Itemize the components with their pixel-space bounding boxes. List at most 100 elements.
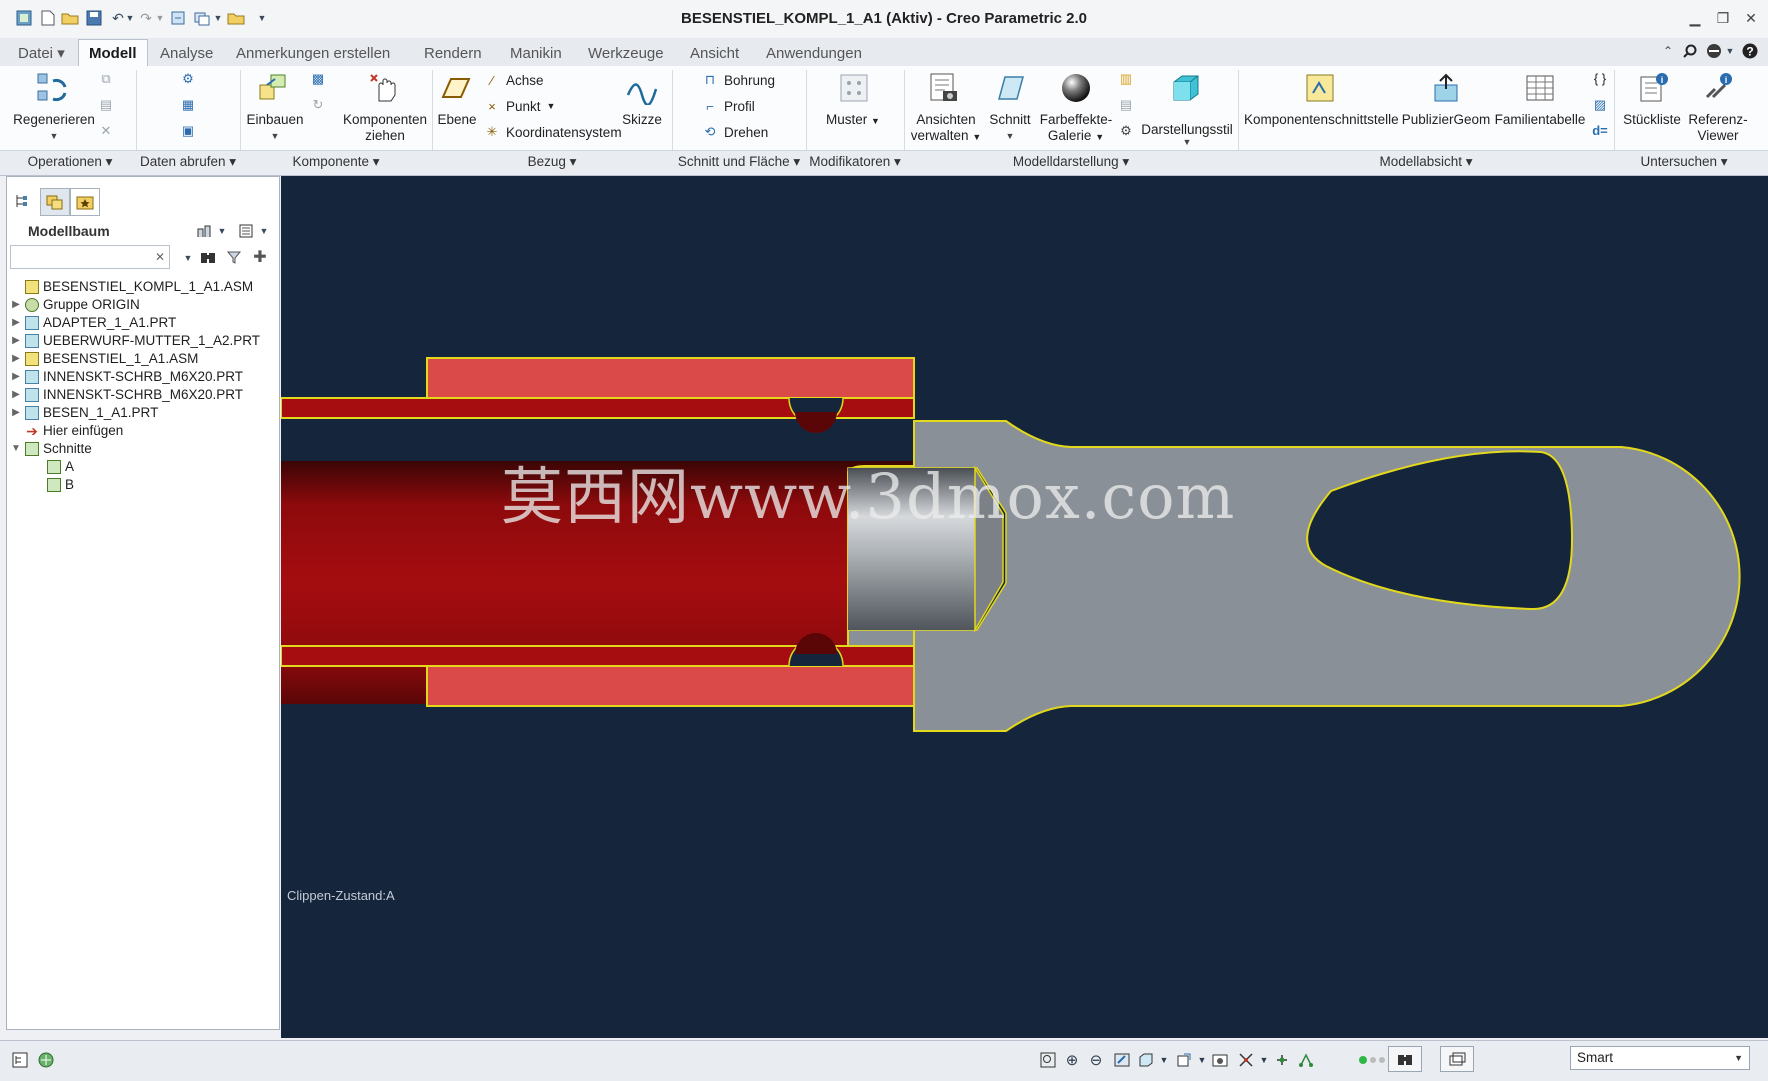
- union-nut-top[interactable]: [426, 357, 915, 399]
- filter-icon[interactable]: [224, 248, 244, 266]
- family-table-icon[interactable]: [1522, 70, 1558, 106]
- tree-settings-dropdown-icon[interactable]: ▼: [212, 222, 232, 240]
- expand-icon[interactable]: ▶: [10, 368, 22, 386]
- drag-components-icon[interactable]: [366, 70, 402, 106]
- tree-item[interactable]: ▶ BESENSTIEL_1_A1.ASM: [10, 350, 198, 368]
- tree-item-sections[interactable]: ▼ Schnitte: [10, 440, 92, 458]
- show-options-dropdown-icon[interactable]: ▼: [254, 222, 274, 240]
- explode-view-icon[interactable]: ▥: [1118, 70, 1134, 87]
- tree-search-input[interactable]: [10, 245, 170, 269]
- graphics-window[interactable]: 莫西网www.3dmox.com Clippen-Zustand:A: [281, 176, 1768, 1038]
- zoom-out-icon[interactable]: ⊖: [1086, 1050, 1106, 1070]
- assemble-dropdown-icon[interactable]: ▼: [242, 128, 308, 144]
- copy-icon[interactable]: ⧉: [98, 70, 114, 87]
- tree-settings-icon[interactable]: [194, 222, 214, 240]
- section-icon[interactable]: [992, 70, 1028, 106]
- datum-display-icon[interactable]: [1236, 1050, 1256, 1070]
- display-style-status-dropdown-icon[interactable]: ▼: [1154, 1050, 1174, 1070]
- expand-icon[interactable]: ▶: [10, 350, 22, 368]
- group-schnitt-und-flaeche[interactable]: Schnitt und Fläche ▾: [672, 152, 806, 172]
- tab-datei[interactable]: Datei ▾: [8, 42, 75, 66]
- display-style-dropdown-icon[interactable]: ▼: [1140, 134, 1234, 150]
- pattern-dropdown-icon[interactable]: ▼: [871, 116, 880, 126]
- delete-icon[interactable]: ✕: [98, 122, 114, 139]
- collapse-ribbon-icon[interactable]: ⌃: [1658, 42, 1678, 60]
- point-button[interactable]: × Punkt ▼: [484, 95, 555, 117]
- tree-item[interactable]: ▶ BESEN_1_A1.PRT: [10, 404, 158, 422]
- display-style-icon[interactable]: [1168, 70, 1204, 106]
- switch-dimensions-button[interactable]: d=: [1592, 122, 1608, 139]
- group-modifikatoren[interactable]: Modifikatoren ▾: [806, 152, 904, 172]
- add-column-icon[interactable]: ✚: [250, 248, 270, 266]
- copy-geometry-icon[interactable]: ▦: [180, 96, 196, 113]
- model-section-view[interactable]: [281, 176, 1768, 1038]
- close-button[interactable]: ✕: [1738, 8, 1764, 28]
- relations-icon[interactable]: { }: [1592, 70, 1608, 87]
- help-icon[interactable]: ?: [1740, 42, 1760, 60]
- regenerate-dropdown-icon[interactable]: ▼: [12, 128, 96, 144]
- search-history-dropdown-icon[interactable]: ▼: [178, 249, 198, 267]
- tab-analyse[interactable]: Analyse: [150, 42, 223, 66]
- group-operationen[interactable]: Operationen ▾: [4, 152, 136, 172]
- expand-icon[interactable]: ▶: [10, 296, 22, 314]
- saved-orientations-icon[interactable]: [1174, 1050, 1194, 1070]
- display-settings-icon[interactable]: ⚙: [1118, 122, 1134, 139]
- tree-item[interactable]: ▶ Gruppe ORIGIN: [10, 296, 140, 314]
- shrinkwrap-icon[interactable]: ▣: [180, 122, 196, 139]
- paste-icon[interactable]: ▤: [98, 96, 114, 113]
- tree-item-section-a[interactable]: A: [44, 458, 74, 476]
- user-defined-feature-icon[interactable]: ⚙: [180, 70, 196, 87]
- point-dropdown-icon[interactable]: ▼: [547, 101, 556, 111]
- hole-button[interactable]: ⊓ Bohrung: [702, 69, 775, 91]
- show-options-icon[interactable]: [236, 222, 256, 240]
- repaint-icon[interactable]: [1112, 1050, 1132, 1070]
- axis-button[interactable]: ⁄ Achse: [484, 69, 544, 91]
- component-interface-icon[interactable]: [1302, 70, 1338, 106]
- tab-anmerkungen-erstellen[interactable]: Anmerkungen erstellen: [226, 42, 400, 66]
- union-nut-bottom[interactable]: [426, 665, 915, 707]
- favorites-tab-icon[interactable]: [70, 188, 100, 216]
- expand-icon[interactable]: ▶: [10, 314, 22, 332]
- appearance-gallery-dropdown-icon[interactable]: ▼: [1095, 132, 1104, 142]
- datum-display-dropdown-icon[interactable]: ▼: [1254, 1050, 1274, 1070]
- folder-browser-tab-icon[interactable]: [40, 188, 70, 216]
- find-icon[interactable]: [198, 248, 218, 266]
- selection-filter-dropdown-icon[interactable]: ▼: [1734, 1047, 1743, 1069]
- group-modelldarstellung[interactable]: Modelldarstellung ▾: [904, 152, 1238, 172]
- group-untersuchen[interactable]: Untersuchen ▾: [1614, 152, 1754, 172]
- tab-werkzeuge[interactable]: Werkzeuge: [578, 42, 674, 66]
- group-daten-abrufen[interactable]: Daten abrufen ▾: [136, 152, 240, 172]
- spin-center-icon[interactable]: [1272, 1050, 1292, 1070]
- pattern-icon[interactable]: [836, 70, 872, 106]
- tree-item[interactable]: ▶ INNENSKT-SCHRB_M6X20.PRT: [10, 386, 243, 404]
- tree-item[interactable]: ▶ INNENSKT-SCHRB_M6X20.PRT: [10, 368, 243, 386]
- layers-icon[interactable]: ▤: [1118, 96, 1134, 113]
- find-status-icon[interactable]: [1388, 1046, 1422, 1072]
- expand-icon[interactable]: ▶: [10, 404, 22, 422]
- tree-item-insert-here[interactable]: ➔ Hier einfügen: [10, 422, 123, 440]
- selection-filter-select[interactable]: Smart ▼: [1570, 1046, 1750, 1070]
- saved-orientations-dropdown-icon[interactable]: ▼: [1192, 1050, 1212, 1070]
- tab-rendern[interactable]: Rendern: [414, 42, 492, 66]
- zoom-in-icon[interactable]: ⊕: [1062, 1050, 1082, 1070]
- expand-icon[interactable]: ▶: [10, 332, 22, 350]
- group-komponente[interactable]: Komponente ▾: [240, 152, 432, 172]
- tab-manikin[interactable]: Manikin: [500, 42, 572, 66]
- group-modellabsicht[interactable]: Modellabsicht ▾: [1238, 152, 1614, 172]
- plane-icon[interactable]: [438, 70, 474, 106]
- manage-views-icon[interactable]: [926, 70, 962, 106]
- section-dropdown-icon[interactable]: ▼: [980, 128, 1040, 144]
- publish-geometry-icon[interactable]: [1428, 70, 1464, 106]
- display-style-status-icon[interactable]: [1136, 1050, 1156, 1070]
- selection-status-icon[interactable]: [1440, 1046, 1474, 1072]
- parameters-icon[interactable]: ▨: [1592, 96, 1608, 113]
- annotation-display-icon[interactable]: [1296, 1050, 1316, 1070]
- clear-search-icon[interactable]: ✕: [150, 248, 170, 266]
- assemble-icon[interactable]: [256, 70, 292, 106]
- sketch-icon[interactable]: [624, 70, 660, 106]
- search-icon[interactable]: [1680, 42, 1700, 60]
- reference-viewer-icon[interactable]: i: [1698, 70, 1734, 106]
- minimize-button[interactable]: ▁: [1682, 8, 1708, 28]
- refit-icon[interactable]: [1038, 1050, 1058, 1070]
- tree-item[interactable]: ▶ UEBERWURF-MUTTER_1_A2.PRT: [10, 332, 260, 350]
